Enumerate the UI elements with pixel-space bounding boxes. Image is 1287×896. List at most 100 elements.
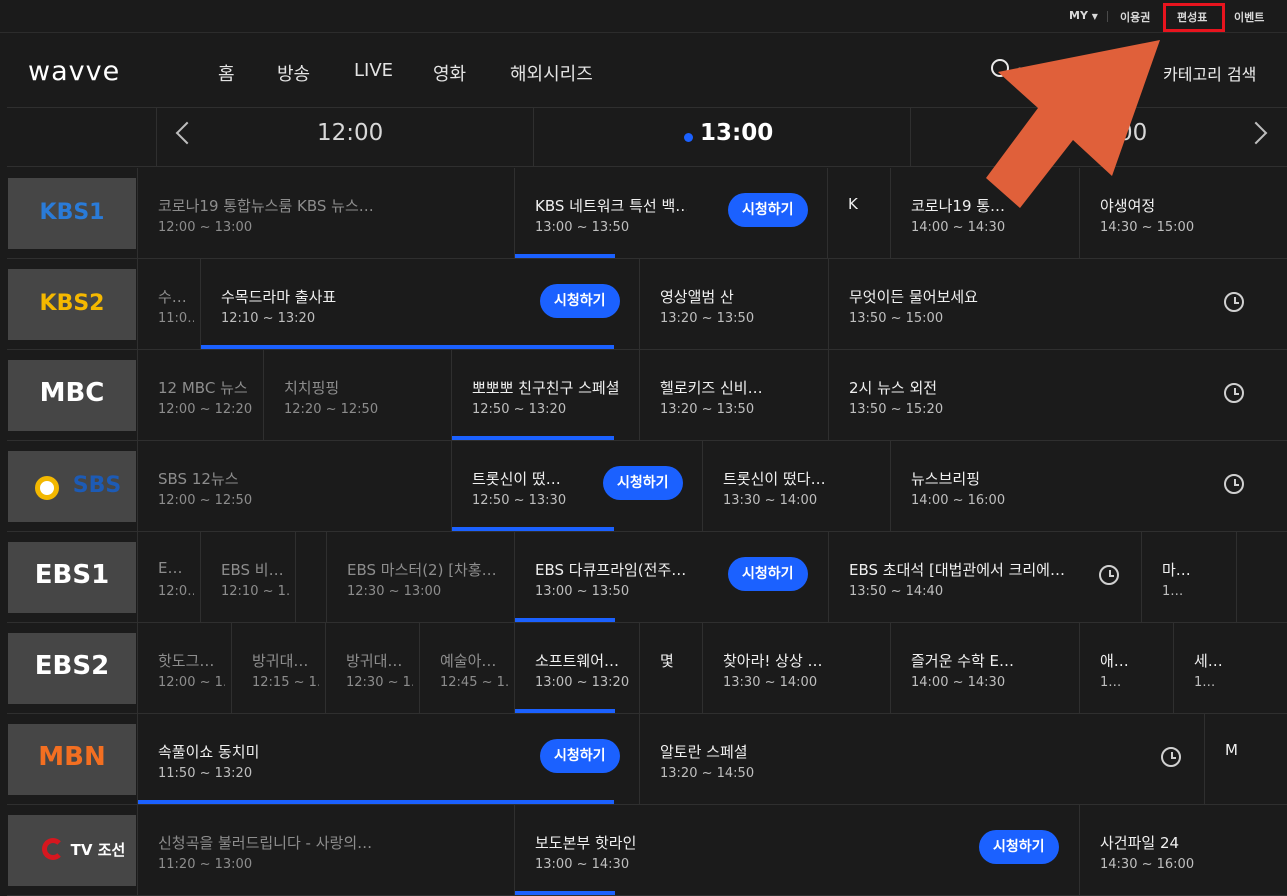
program-cell[interactable]: K bbox=[827, 168, 890, 258]
program-cell[interactable]: 무엇이든 물어보세요 13:50 ~ 15:00 bbox=[828, 259, 1287, 349]
program-cell[interactable]: 2시 뉴스 외전 13:50 ~ 15:20 bbox=[828, 350, 1287, 440]
sbs-logo-mark bbox=[35, 476, 59, 500]
program-cell[interactable]: EBS 초대석 [대법관에서 크리에… 13:50 ~ 14:40 bbox=[828, 532, 1141, 622]
program-cell-live[interactable]: 소프트웨어… 13:00 ~ 13:20 bbox=[514, 623, 639, 713]
program-cell[interactable]: 사건파일 24 14:30 ~ 16:00 bbox=[1079, 805, 1287, 895]
program-cell[interactable]: 방귀대… 12:30 ~ 1… bbox=[325, 623, 419, 713]
nav-broadcast[interactable]: 방송 bbox=[277, 60, 310, 86]
program-time: 12:30 ~ 1… bbox=[346, 675, 413, 690]
event-link[interactable]: 이벤트 bbox=[1234, 9, 1264, 25]
category-search-link[interactable]: 카테고리 검색 bbox=[1163, 61, 1256, 85]
program-cell-live[interactable]: 뽀뽀뽀 친구친구 스페셜 12:50 ~ 13:20 bbox=[451, 350, 639, 440]
channel-logo-ebs2[interactable]: EBS2 bbox=[8, 633, 136, 704]
progress-bar bbox=[515, 254, 615, 258]
progress-bar bbox=[452, 436, 614, 440]
search-input[interactable]: 검색 bbox=[1017, 61, 1046, 85]
program-cell-live[interactable]: KBS 네트워크 특선 백… 13:00 ~ 13:50 시청하기 bbox=[514, 168, 827, 258]
program-title: 찾아라! 상상 … bbox=[723, 652, 823, 670]
watch-button[interactable]: 시청하기 bbox=[540, 739, 620, 773]
program-cell[interactable]: 영상앨범 산 13:20 ~ 13:50 bbox=[639, 259, 828, 349]
program-cell[interactable]: 방귀대… 12:15 ~ 1… bbox=[231, 623, 325, 713]
program-title: 몇 bbox=[660, 652, 674, 670]
channel-logo-text: KBS1 bbox=[39, 200, 105, 225]
program-cell[interactable]: SBS 12뉴스 12:00 ~ 12:50 bbox=[137, 441, 451, 531]
program-cell-live[interactable]: 수목드라마 출사표 12:10 ~ 13:20 시청하기 bbox=[200, 259, 639, 349]
channel-logo-ebs1[interactable]: EBS1 bbox=[8, 542, 136, 613]
program-cell-live[interactable]: 트롯신이 떴… 12:50 ~ 13:30 시청하기 bbox=[451, 441, 702, 531]
chevron-right-icon[interactable] bbox=[1244, 121, 1268, 145]
channel-logo-mbc[interactable]: MBC bbox=[8, 360, 136, 431]
search-icon[interactable] bbox=[991, 59, 1009, 77]
program-cell[interactable]: 뉴스브리핑 14:00 ~ 16:00 bbox=[890, 441, 1287, 531]
program-title: 뽀뽀뽀 친구친구 스페셜 bbox=[472, 379, 620, 397]
program-cell[interactable]: M bbox=[1204, 714, 1287, 804]
program-cell[interactable]: 치치핑핑 12:20 ~ 12:50 bbox=[263, 350, 451, 440]
nav-live[interactable]: LIVE bbox=[354, 60, 393, 81]
program-cell[interactable]: 야생여정 14:30 ~ 15:00 bbox=[1079, 168, 1287, 258]
program-time: 13:20 ~ 13:50 bbox=[660, 311, 755, 326]
program-title: 치치핑핑 bbox=[284, 379, 340, 397]
program-cell[interactable]: 몇 bbox=[639, 623, 702, 713]
program-cell[interactable]: E… 12:0… bbox=[137, 532, 200, 622]
nav-overseas-series[interactable]: 해외시리즈 bbox=[510, 60, 593, 86]
channel-logo-sbs[interactable]: SBS bbox=[8, 451, 136, 522]
nav-home[interactable]: 홈 bbox=[218, 60, 235, 86]
channel-logo-kbs1[interactable]: KBS1 bbox=[8, 178, 136, 249]
alarm-clock-icon[interactable] bbox=[1099, 565, 1119, 585]
my-menu[interactable]: MY ▼ bbox=[1069, 9, 1098, 22]
watch-button[interactable]: 시청하기 bbox=[603, 466, 683, 500]
time-header: 12:00 13:00 14:00 bbox=[7, 107, 1287, 167]
program-time: 12:00 ~ 1… bbox=[158, 675, 225, 690]
wavve-logo[interactable]: wavve bbox=[28, 56, 120, 87]
program-title: E… bbox=[158, 559, 183, 577]
program-cell[interactable]: 코로나19 통… 14:00 ~ 14:30 bbox=[890, 168, 1079, 258]
channel-logo-kbs2[interactable]: KBS2 bbox=[8, 269, 136, 340]
alarm-clock-icon[interactable] bbox=[1224, 383, 1244, 403]
channel-logo-mbn[interactable]: MBN bbox=[8, 724, 136, 795]
pass-link[interactable]: 이용권 bbox=[1120, 9, 1150, 25]
program-cell[interactable]: 신청곡을 불러드립니다 - 사랑의… 11:20 ~ 13:00 bbox=[137, 805, 514, 895]
program-cell[interactable]: 수… 11:0… bbox=[137, 259, 200, 349]
program-cell[interactable]: 세… 1… bbox=[1173, 623, 1287, 713]
watch-button[interactable]: 시청하기 bbox=[728, 193, 808, 227]
watch-button[interactable]: 시청하기 bbox=[728, 557, 808, 591]
chevron-left-icon[interactable] bbox=[175, 121, 199, 145]
program-cell[interactable]: 찾아라! 상상 … 13:30 ~ 14:00 bbox=[702, 623, 890, 713]
program-cell[interactable]: 헬로키즈 신비… 13:20 ~ 13:50 bbox=[639, 350, 828, 440]
alarm-clock-icon[interactable] bbox=[1224, 474, 1244, 494]
program-cell-live[interactable]: EBS 다큐프라임(전주… 13:00 ~ 13:50 시청하기 bbox=[514, 532, 828, 622]
channel-logo-tvchosun[interactable]: TV 조선 bbox=[8, 815, 136, 886]
program-cell[interactable]: 알토란 스페셜 13:20 ~ 14:50 bbox=[639, 714, 1204, 804]
program-cell[interactable]: EBS 비… 12:10 ~ 1… bbox=[200, 532, 295, 622]
program-cell[interactable]: 즐거운 수학 E… 14:00 ~ 14:30 bbox=[890, 623, 1079, 713]
alarm-clock-icon[interactable] bbox=[1161, 747, 1181, 767]
program-title: M bbox=[1225, 741, 1238, 759]
time-label-current: 13:00 bbox=[700, 120, 774, 146]
nav-movie[interactable]: 영화 bbox=[433, 60, 466, 86]
program-time: 14:00 ~ 16:00 bbox=[911, 493, 1006, 508]
program-cell[interactable]: 마… 1… bbox=[1141, 532, 1236, 622]
program-cell[interactable]: 애… 1… bbox=[1079, 623, 1173, 713]
program-cell[interactable]: 예술아… 12:45 ~ 1… bbox=[419, 623, 514, 713]
program-title: 야생여정 bbox=[1100, 197, 1156, 215]
alarm-clock-icon[interactable] bbox=[1224, 292, 1244, 312]
program-title: 수… bbox=[158, 288, 187, 306]
channel-logo-text: EBS2 bbox=[34, 651, 110, 681]
program-title: 즐거운 수학 E… bbox=[911, 652, 1015, 670]
program-cell[interactable]: 핫도그… 12:00 ~ 1… bbox=[137, 623, 231, 713]
program-cell[interactable]: EBS 마스터(2) [차홍… 12:30 ~ 13:00 bbox=[326, 532, 514, 622]
program-time: 1… bbox=[1100, 675, 1122, 690]
program-title: K bbox=[848, 195, 858, 213]
program-cell[interactable] bbox=[1236, 532, 1287, 622]
program-cell-live[interactable]: 속풀이쇼 동치미 11:50 ~ 13:20 시청하기 bbox=[137, 714, 639, 804]
program-cell-live[interactable]: 보도본부 핫라인 13:00 ~ 14:30 시청하기 bbox=[514, 805, 1079, 895]
program-cell[interactable]: 코로나19 통합뉴스룸 KBS 뉴스… 12:00 ~ 13:00 bbox=[137, 168, 514, 258]
watch-button[interactable]: 시청하기 bbox=[540, 284, 620, 318]
watch-button[interactable]: 시청하기 bbox=[979, 830, 1059, 864]
program-title: 핫도그… bbox=[158, 652, 215, 670]
program-cell[interactable]: 12 MBC 뉴스 12:00 ~ 12:20 bbox=[137, 350, 263, 440]
program-cell[interactable] bbox=[295, 532, 326, 622]
program-cell[interactable]: 트롯신이 떴다… 13:30 ~ 14:00 bbox=[702, 441, 890, 531]
program-title: EBS 다큐프라임(전주… bbox=[535, 561, 687, 579]
program-title: 알토란 스페셜 bbox=[660, 743, 748, 761]
